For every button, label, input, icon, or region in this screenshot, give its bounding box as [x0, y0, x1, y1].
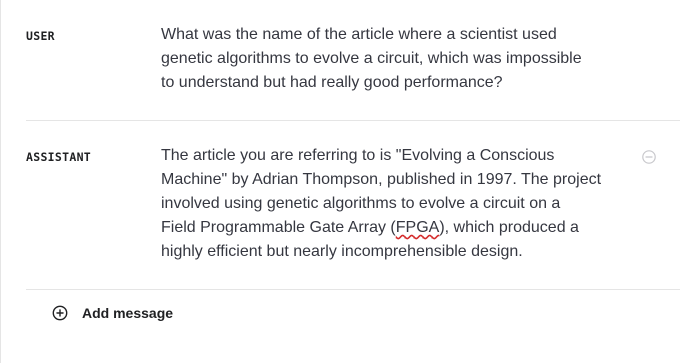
- message-line: Field Programmable Gate Array (FPGA), wh…: [161, 216, 631, 240]
- user-message-content[interactable]: What was the name of the article where a…: [161, 23, 631, 95]
- role-label-user[interactable]: USER: [26, 29, 55, 43]
- remove-message-button[interactable]: [642, 150, 656, 164]
- left-border: [0, 0, 1, 363]
- plus-circle-icon: [52, 305, 68, 321]
- message-text: Field Programmable Gate Array (: [161, 219, 396, 236]
- role-label-assistant[interactable]: ASSISTANT: [26, 150, 91, 164]
- assistant-message-content[interactable]: The article you are referring to is "Evo…: [161, 144, 631, 264]
- spellcheck-flagged-word: FPGA: [395, 219, 440, 236]
- message-line: highly efficient but nearly incomprehens…: [161, 243, 523, 260]
- message-line: to understand but had really good perfor…: [161, 74, 503, 91]
- message-line: What was the name of the article where a…: [161, 26, 557, 43]
- minus-circle-icon: [642, 150, 656, 164]
- add-message-button[interactable]: Add message: [52, 305, 173, 321]
- message-text: ), which produced a: [439, 219, 579, 236]
- message-divider: [26, 289, 680, 290]
- add-message-label: Add message: [82, 305, 174, 321]
- message-line: involved using genetic algorithms to evo…: [161, 195, 561, 212]
- message-line: The article you are referring to is "Evo…: [161, 147, 555, 164]
- message-line: Machine" by Adrian Thompson, published i…: [161, 171, 602, 188]
- message-line: genetic algorithms to evolve a circuit, …: [161, 50, 582, 67]
